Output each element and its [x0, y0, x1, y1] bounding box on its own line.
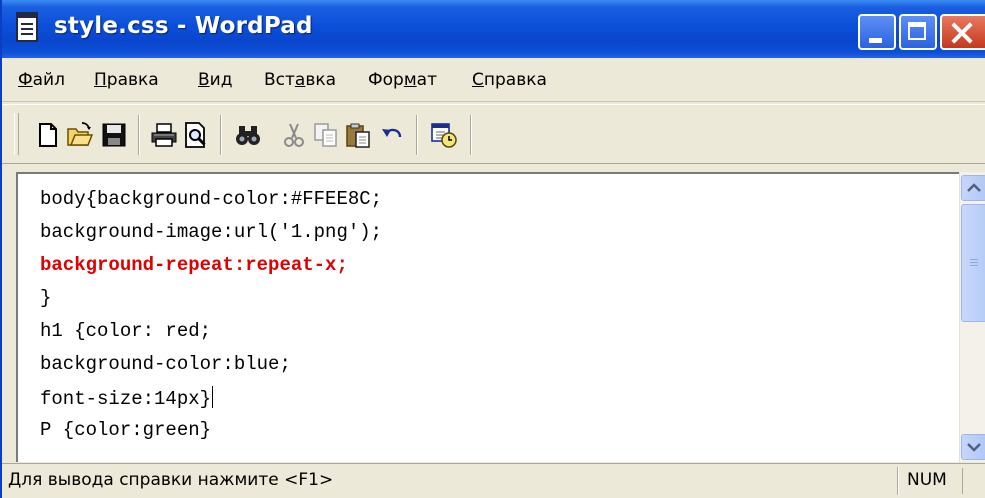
vertical-scrollbar[interactable]	[959, 172, 985, 462]
print-icon[interactable]	[150, 121, 178, 149]
menu-format[interactable]: Формат	[368, 70, 437, 90]
document-text-area[interactable]: body{background-color:#FFEE8C; backgroun…	[16, 172, 962, 462]
paste-icon[interactable]	[344, 121, 372, 149]
code-line-1: body{background-color:#FFEE8C;	[40, 188, 383, 210]
code-line-8: P {color:green}	[40, 419, 212, 441]
date-time-icon[interactable]	[430, 121, 458, 149]
code-line-6: background-color:blue;	[40, 353, 291, 375]
print-preview-icon[interactable]	[182, 121, 210, 149]
scrollbar-thumb[interactable]	[961, 204, 985, 322]
wordpad-window: style.css - WordPad Файл Правка Вид Вста…	[0, 0, 985, 498]
toolbar-separator	[138, 115, 140, 155]
new-icon[interactable]	[34, 121, 62, 149]
status-help-text: Для вывода справки нажмите <F1>	[8, 470, 334, 490]
menu-bar: Файл Правка Вид Вставка Формат Справка	[2, 58, 985, 102]
code-line-2: background-image:url('1.png');	[40, 221, 383, 243]
window-title: style.css - WordPad	[54, 13, 313, 39]
toolbar-separator	[220, 115, 222, 155]
open-icon[interactable]	[66, 121, 94, 149]
find-icon[interactable]	[234, 121, 262, 149]
undo-icon[interactable]	[378, 121, 406, 149]
title-bar[interactable]: style.css - WordPad	[2, 0, 985, 58]
toolbar-separator	[416, 115, 418, 155]
menu-insert[interactable]: Вставка	[264, 70, 336, 90]
code-line-7: font-size:14px}	[40, 386, 214, 410]
menu-file[interactable]: Файл	[18, 70, 65, 90]
close-button[interactable]	[940, 14, 985, 50]
code-line-4: }	[40, 287, 52, 309]
copy-icon[interactable]	[312, 121, 340, 149]
num-lock-indicator: NUM	[907, 470, 947, 490]
code-line-3: background-repeat:repeat-x;	[40, 254, 348, 276]
menu-edit[interactable]: Правка	[94, 70, 159, 90]
status-separator	[897, 467, 899, 495]
minimize-button[interactable]	[858, 14, 896, 50]
maximize-button[interactable]	[899, 14, 937, 50]
save-icon[interactable]	[100, 121, 128, 149]
scroll-up-button[interactable]	[961, 175, 985, 201]
toolbar	[2, 104, 985, 164]
text-caret	[212, 386, 214, 408]
menu-help[interactable]: Справка	[472, 70, 547, 90]
scroll-down-button[interactable]	[961, 434, 985, 460]
toolbar-separator	[470, 115, 472, 155]
status-bar: Для вывода справки нажмите <F1> NUM	[2, 463, 985, 498]
wordpad-document-icon[interactable]	[16, 12, 38, 42]
toolbar-grip[interactable]	[14, 113, 19, 155]
resize-grip[interactable]	[962, 468, 985, 494]
code-line-5: h1 {color: red;	[40, 320, 212, 342]
cut-icon[interactable]	[280, 121, 308, 149]
menu-view[interactable]: Вид	[198, 70, 232, 90]
